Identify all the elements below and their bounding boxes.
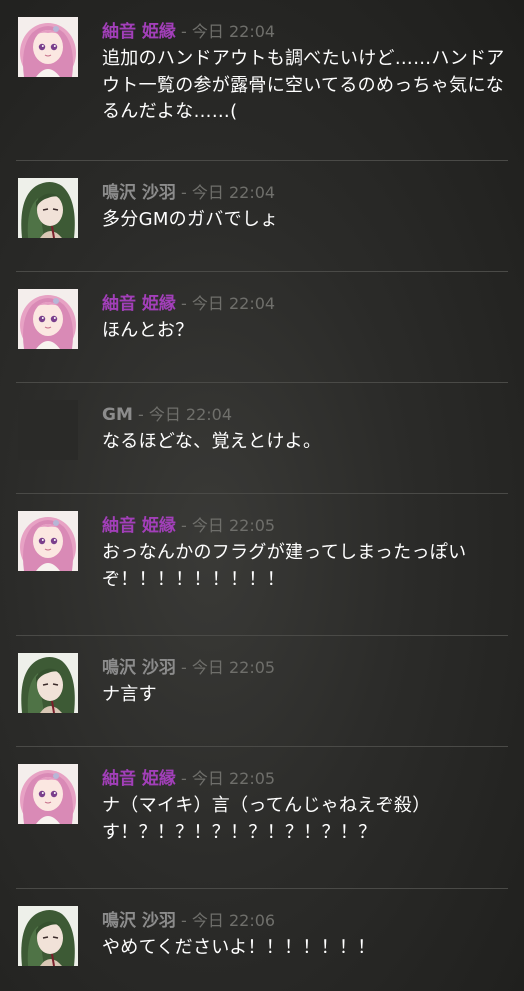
message-dash: - <box>181 22 187 41</box>
sender-name[interactable]: 紬音 姫縁 <box>102 516 176 536</box>
message-timestamp: 今日 22:04 <box>148 405 233 424</box>
pink-haired-girl-avatar[interactable] <box>18 289 78 349</box>
pink-haired-girl-avatar[interactable] <box>18 764 78 824</box>
message-header: 鳴沢 沙羽 - 今日 22:05 <box>102 654 275 682</box>
message-dash: - <box>181 658 187 677</box>
message-timestamp: 今日 22:06 <box>191 911 276 930</box>
message-header: 紬音 姫縁 - 今日 22:05 <box>102 765 275 793</box>
message-dash: - <box>137 405 144 424</box>
message-item: 紬音 姫縁 - 今日 22:05 おっなんかのフラグが建ってしまったっぽいぞ！！… <box>0 494 524 636</box>
message-text: ナ（マイキ）言（ってんじゃねえぞ殺）す！？！？！？！？！？！？！？ <box>102 795 431 843</box>
sender-name[interactable]: 紬音 姫縁 <box>102 22 176 42</box>
message-header: 鳴沢 沙羽 - 今日 22:04 <box>102 179 275 207</box>
message-timestamp: 今日 22:04 <box>191 294 276 313</box>
message-dash: - <box>181 183 187 202</box>
message-header: GM - 今日 22:04 <box>102 401 232 429</box>
message-dash: - <box>181 294 187 313</box>
sender-name[interactable]: 鳴沢 沙羽 <box>102 911 176 931</box>
message-timestamp: 今日 22:05 <box>191 516 276 535</box>
sender-name[interactable]: 鳴沢 沙羽 <box>102 183 176 203</box>
chat-log: 紬音 姫縁 - 今日 22:04 追加のハンドアウトも調べたいけど……ハンドアウ… <box>0 0 524 989</box>
message-text: 多分GMのガバでしょ <box>102 209 279 230</box>
message-item: 鳴沢 沙羽 - 今日 22:04 多分GMのガバでしょ <box>0 161 524 272</box>
sender-name[interactable]: GM <box>102 405 133 425</box>
message-text: ほんとお？ <box>102 320 194 341</box>
message-item: 紬音 姫縁 - 今日 22:05 ナ（マイキ）言（ってんじゃねえぞ殺）す！？！？… <box>0 747 524 889</box>
message-item: 紬音 姫縁 - 今日 22:04 ほんとお？ <box>0 272 524 383</box>
message-text: おっなんかのフラグが建ってしまったっぽいぞ！！！！！！！！！ <box>102 542 467 590</box>
sender-name[interactable]: 紬音 姫縁 <box>102 294 176 314</box>
message-dash: - <box>181 911 187 930</box>
message-text: なるほどな、覚えとけよ。 <box>102 431 322 452</box>
message-text: ナ言す <box>102 684 157 705</box>
message-header: 紬音 姫縁 - 今日 22:05 <box>102 512 275 540</box>
green-haired-girl-avatar[interactable] <box>18 906 78 966</box>
message-dash: - <box>181 516 187 535</box>
message-text: 追加のハンドアウトも調べたいけど……ハンドアウト一覧の参が露骨に空いてるのめっち… <box>102 48 505 122</box>
blank-dark-avatar[interactable] <box>18 400 78 460</box>
message-text: やめてくださいよ！！！！！！！ <box>102 937 376 958</box>
pink-haired-girl-avatar[interactable] <box>18 511 78 571</box>
green-haired-girl-avatar[interactable] <box>18 653 78 713</box>
message-timestamp: 今日 22:05 <box>191 769 276 788</box>
message-timestamp: 今日 22:04 <box>191 22 276 41</box>
message-item: 紬音 姫縁 - 今日 22:04 追加のハンドアウトも調べたいけど……ハンドアウ… <box>0 0 524 161</box>
message-item: 鳴沢 沙羽 - 今日 22:06 やめてくださいよ！！！！！！！ <box>0 889 524 989</box>
sender-name[interactable]: 紬音 姫縁 <box>102 769 176 789</box>
message-header: 紬音 姫縁 - 今日 22:04 <box>102 18 275 46</box>
message-header: 鳴沢 沙羽 - 今日 22:06 <box>102 907 275 935</box>
message-item: 鳴沢 沙羽 - 今日 22:05 ナ言す <box>0 636 524 747</box>
pink-haired-girl-avatar[interactable] <box>18 17 78 77</box>
message-item: GM - 今日 22:04 なるほどな、覚えとけよ。 <box>0 383 524 494</box>
green-haired-girl-avatar[interactable] <box>18 178 78 238</box>
message-dash: - <box>181 769 187 788</box>
message-timestamp: 今日 22:04 <box>191 183 276 202</box>
message-header: 紬音 姫縁 - 今日 22:04 <box>102 290 275 318</box>
sender-name[interactable]: 鳴沢 沙羽 <box>102 658 176 678</box>
message-timestamp: 今日 22:05 <box>191 658 276 677</box>
